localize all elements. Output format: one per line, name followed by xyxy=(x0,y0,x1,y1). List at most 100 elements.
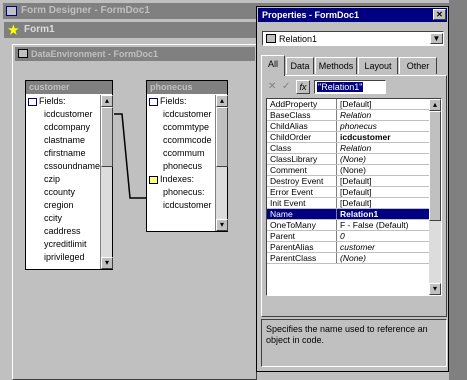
property-value[interactable]: (None) xyxy=(337,165,429,175)
property-value[interactable]: icdcustomer xyxy=(337,132,429,142)
property-name: OneToMany xyxy=(267,220,337,230)
property-row[interactable]: ClassLibrary (None) xyxy=(267,154,429,165)
close-icon[interactable]: ✕ xyxy=(433,9,446,20)
property-value[interactable]: Relation1 xyxy=(337,209,429,219)
property-row[interactable]: Parent 0 xyxy=(267,231,429,242)
property-row[interactable]: ChildOrder icdcustomer xyxy=(267,132,429,143)
property-row[interactable]: OneToMany F - False (Default) xyxy=(267,220,429,231)
form-star-icon: ★ xyxy=(8,23,19,37)
tab-other[interactable]: Other xyxy=(399,57,437,74)
property-row[interactable]: Name Relation1 xyxy=(267,209,429,220)
phonecus-indexes-label: Indexes: xyxy=(160,174,195,184)
list-item[interactable]: ycreditlimit xyxy=(44,238,100,251)
property-row[interactable]: BaseClass Relation xyxy=(267,110,429,121)
list-item[interactable]: caddress xyxy=(44,225,100,238)
object-select[interactable]: Relation1 ▼ xyxy=(262,31,444,46)
property-value[interactable]: (None) xyxy=(337,253,429,263)
phonecus-scrollbar[interactable]: ▴ ▾ xyxy=(215,95,228,231)
chevron-down-icon[interactable]: ▼ xyxy=(430,33,443,44)
property-row[interactable]: ChildAlias phonecus xyxy=(267,121,429,132)
property-name: ChildAlias xyxy=(267,121,337,131)
list-item[interactable]: ccounty xyxy=(44,186,100,199)
list-item[interactable]: cssoundname xyxy=(44,160,100,173)
list-item[interactable]: clastname xyxy=(44,134,100,147)
list-item[interactable]: icdcustomer xyxy=(44,108,100,121)
customer-field-list-items: icdcustomer cdcompany clastname cfirstna… xyxy=(28,108,100,264)
property-name: Parent xyxy=(267,231,337,241)
property-value[interactable]: [Default] xyxy=(337,198,429,208)
property-value[interactable]: [Default] xyxy=(337,187,429,197)
customer-table-box[interactable]: customer Fields: icdcustomer cdcompany c… xyxy=(25,80,113,270)
list-item[interactable]: iprivileged xyxy=(44,251,100,264)
desktop-edge xyxy=(449,0,467,380)
accept-icon[interactable]: ✓ xyxy=(282,81,294,93)
property-name: ParentClass xyxy=(267,253,337,263)
scroll-up-icon[interactable]: ▴ xyxy=(429,99,441,111)
function-icon[interactable]: fx xyxy=(296,80,310,94)
list-item[interactable]: cregion xyxy=(44,199,100,212)
property-name: BaseClass xyxy=(267,110,337,120)
property-name: ClassLibrary xyxy=(267,154,337,164)
phonecus-indexes-header: Indexes: xyxy=(149,173,215,186)
property-value[interactable]: customer xyxy=(337,242,429,252)
property-value[interactable]: [Default] xyxy=(337,176,429,186)
properties-panel: ✕ ✓ fx "Relation1" AddProperty [Default] B… xyxy=(261,75,447,317)
scroll-up-icon[interactable]: ▴ xyxy=(216,95,228,107)
properties-window: Properties - FormDoc1 ✕ Relation1 ▼ All … xyxy=(256,6,449,372)
property-value[interactable]: (None) xyxy=(337,154,429,164)
list-item[interactable]: ccommtype xyxy=(163,121,215,134)
properties-titlebar[interactable]: Properties - FormDoc1 ✕ xyxy=(258,8,447,22)
customer-fields-label: Fields: xyxy=(39,96,66,106)
list-item[interactable]: phonecus xyxy=(163,160,215,173)
property-edit-field[interactable]: "Relation1" xyxy=(314,80,386,94)
phonecus-table-title[interactable]: phonecus xyxy=(147,81,227,94)
tab-data[interactable]: Data xyxy=(286,57,314,74)
property-name: Destroy Event xyxy=(267,176,337,186)
property-value[interactable]: phonecus xyxy=(337,121,429,131)
property-row[interactable]: ParentAlias customer xyxy=(267,242,429,253)
customer-table-title[interactable]: customer xyxy=(26,81,112,94)
property-name: Error Event xyxy=(267,187,337,197)
tab-methods[interactable]: Methods xyxy=(315,57,357,74)
property-value[interactable]: Relation xyxy=(337,143,429,153)
properties-grid-rows: AddProperty [Default] BaseClass Relation Chi… xyxy=(267,99,429,264)
property-row[interactable]: Error Event [Default] xyxy=(267,187,429,198)
property-row[interactable]: ParentClass (None) xyxy=(267,253,429,264)
property-value[interactable]: F - False (Default) xyxy=(337,220,429,230)
scroll-thumb[interactable] xyxy=(429,111,441,221)
property-row[interactable]: Init Event [Default] xyxy=(267,198,429,209)
cancel-icon[interactable]: ✕ xyxy=(268,81,280,93)
scroll-up-icon[interactable]: ▴ xyxy=(101,95,113,107)
form1-titlebar[interactable]: ★ Form1 xyxy=(4,22,259,38)
property-value[interactable]: Relation xyxy=(337,110,429,120)
scroll-down-icon[interactable]: ▾ xyxy=(429,283,441,295)
relation-line[interactable] xyxy=(110,110,150,210)
list-item[interactable]: ccity xyxy=(44,212,100,225)
phonecus-table-box[interactable]: phonecus Fields: icdcustomer ccommtype c… xyxy=(146,80,228,232)
property-row[interactable]: Destroy Event [Default] xyxy=(267,176,429,187)
list-item[interactable]: phonecus: xyxy=(163,186,215,199)
property-row[interactable]: Class Relation xyxy=(267,143,429,154)
tab-all[interactable]: All xyxy=(261,55,285,76)
list-item[interactable]: czip xyxy=(44,173,100,186)
properties-scrollbar[interactable]: ▴ ▾ xyxy=(429,99,441,295)
property-value[interactable]: 0 xyxy=(337,231,429,241)
list-item[interactable]: ccommcode xyxy=(163,134,215,147)
tab-layout[interactable]: Layout xyxy=(358,57,398,74)
list-item[interactable]: cdcompany xyxy=(44,121,100,134)
list-item[interactable]: icdcustomer xyxy=(163,108,215,121)
customer-fields-list: Fields: icdcustomer cdcompany clastname … xyxy=(26,95,100,270)
data-environment-titlebar[interactable]: DataEnvironment - FormDoc1 xyxy=(15,47,255,61)
scroll-down-icon[interactable]: ▾ xyxy=(101,257,113,269)
form-designer-title: Form Designer - FormDoc1 xyxy=(21,5,150,16)
scroll-thumb[interactable] xyxy=(216,107,228,167)
property-row[interactable]: Comment (None) xyxy=(267,165,429,176)
list-item[interactable]: ccommum xyxy=(163,147,215,160)
property-value[interactable]: [Default] xyxy=(337,99,429,109)
data-environment-icon xyxy=(18,49,28,58)
data-environment-title: DataEnvironment - FormDoc1 xyxy=(31,49,159,59)
list-item[interactable]: cfirstname xyxy=(44,147,100,160)
list-item[interactable]: icdcustomer xyxy=(163,199,215,212)
property-row[interactable]: AddProperty [Default] xyxy=(267,99,429,110)
scroll-down-icon[interactable]: ▾ xyxy=(216,219,228,231)
